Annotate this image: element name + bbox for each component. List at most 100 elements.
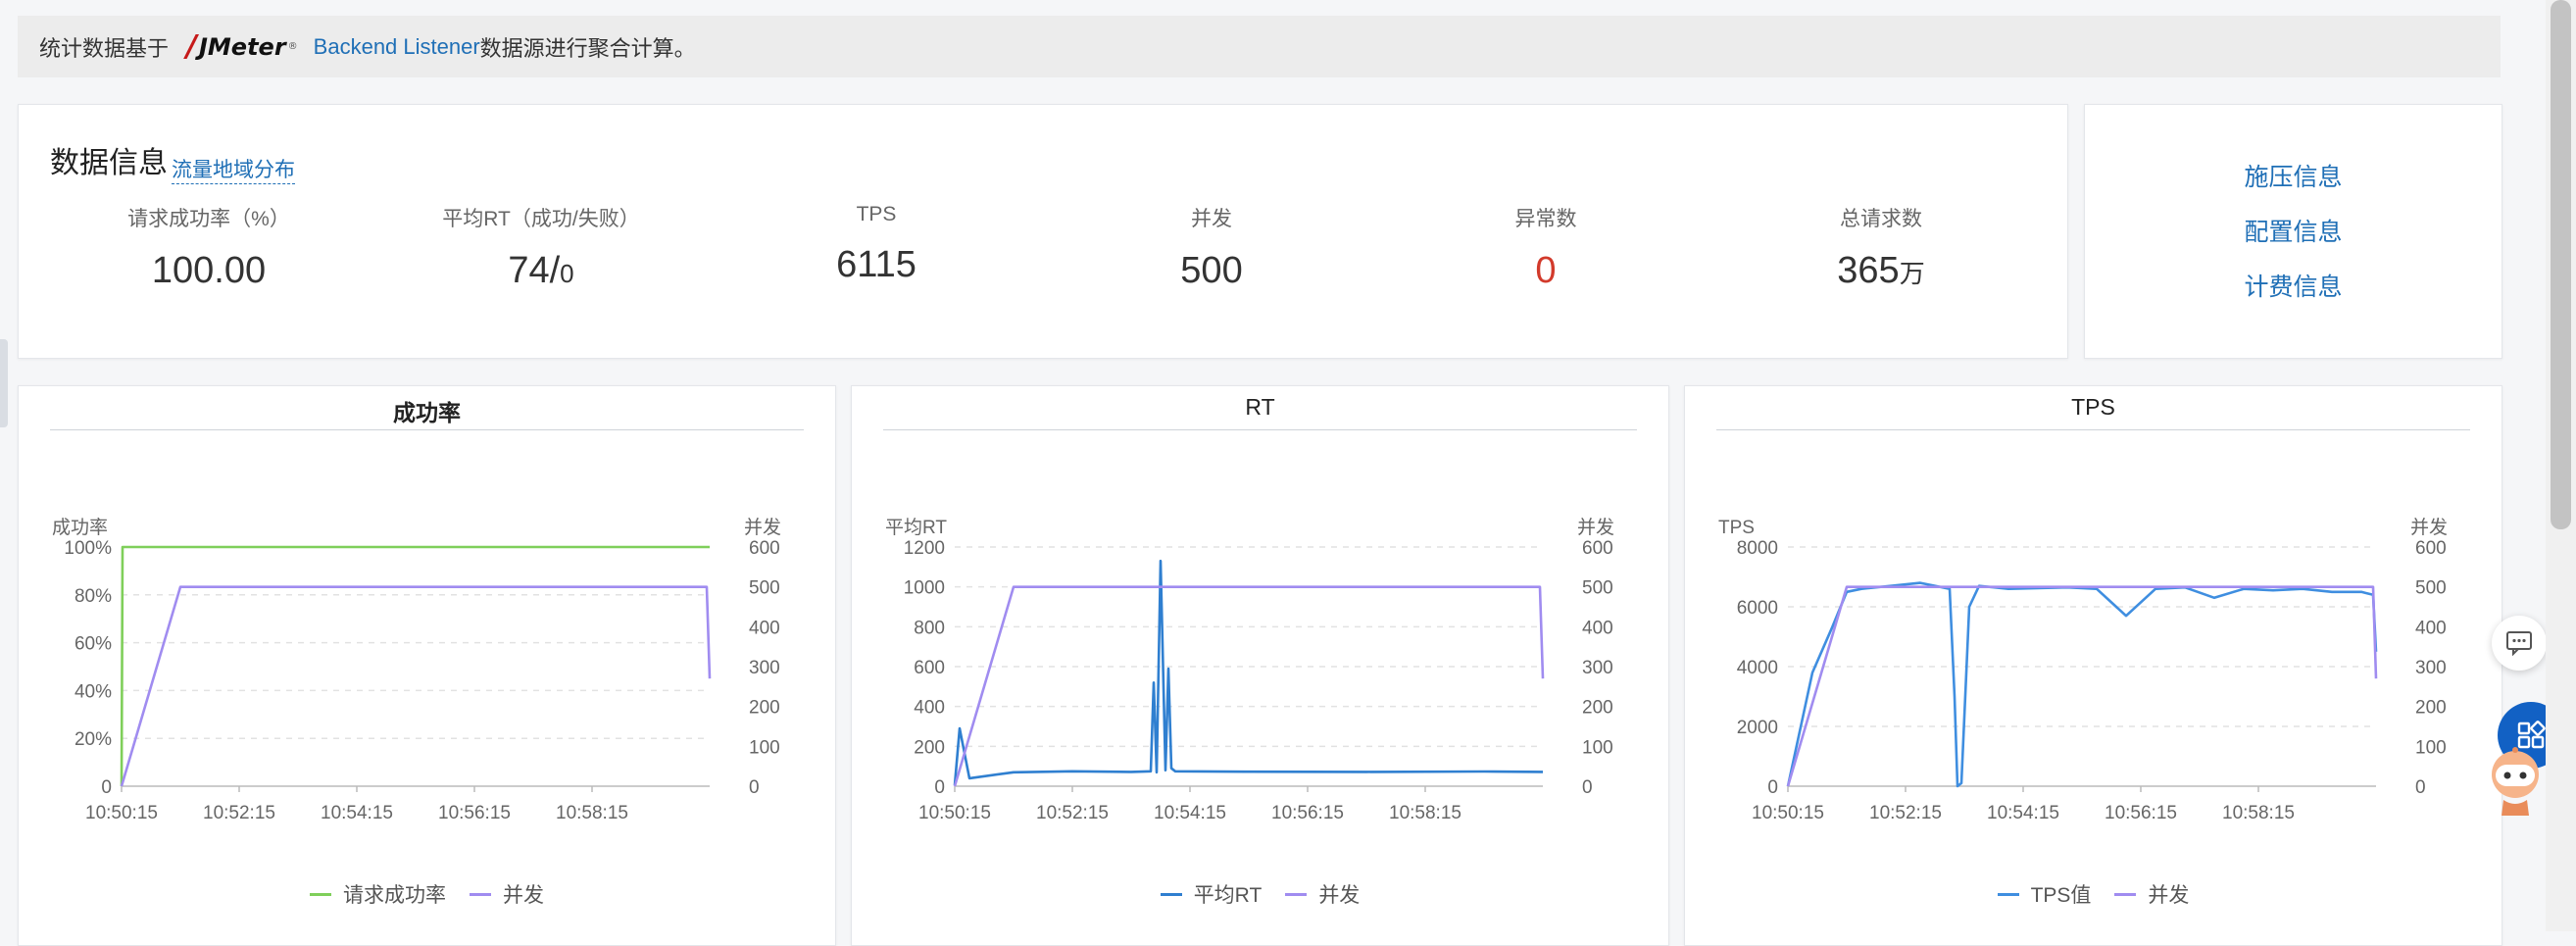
x-tick-label: 10:50:15	[918, 803, 991, 823]
x-tick-label: 10:54:15	[1154, 803, 1226, 823]
scrollbar-thumb[interactable]	[2551, 0, 2571, 529]
chart-title: RT	[883, 394, 1637, 430]
metric-label: 并发	[1191, 208, 1232, 230]
chart-panel-success-rate: 成功率 成功率 并发 0 20% 40% 60% 80% 100% 0 100 200 300 400 5…	[18, 385, 836, 946]
legend-swatch	[1160, 892, 1182, 896]
x-tick-label: 10:58:15	[1389, 803, 1461, 823]
x-tick-label: 10:58:15	[556, 803, 628, 823]
side-links-panel: 施压信息 配置信息 计费信息	[2084, 104, 2502, 359]
y-tick-label: 4000	[1737, 658, 1778, 678]
metric-avg-rt: 平均RT（成功/失败） 74/0	[394, 203, 688, 292]
config-info-link[interactable]: 配置信息	[2085, 213, 2502, 248]
y2-tick-label: 500	[1582, 578, 1613, 599]
notice-prefix: 统计数据基于	[39, 35, 170, 61]
x-tick-label: 10:52:15	[1036, 803, 1109, 823]
legend-item[interactable]: 并发	[470, 879, 544, 909]
metric-total-requests: 总请求数 365万	[1734, 203, 2028, 292]
feedback-chat-button[interactable]	[2492, 616, 2547, 671]
data-info-panel: 数据信息 流量地域分布 请求成功率（%） 100.00 平均RT（成功/失败） …	[18, 104, 2068, 359]
chart-legend: TPS值 并发	[1685, 879, 2502, 909]
y2-tick-label: 200	[1582, 698, 1613, 719]
y-tick-label: 400	[914, 698, 945, 719]
series-line	[1786, 585, 2378, 787]
tps-chart: TPS 并发 0 2000 4000 6000 8000 0 100 200 300 400 500 60…	[1718, 517, 2448, 823]
y2-tick-label: 600	[2415, 538, 2447, 559]
legend-item[interactable]: 并发	[2114, 879, 2189, 909]
backend-listener-link[interactable]: Backend Listener	[314, 34, 480, 60]
chart-title: 成功率	[50, 394, 804, 430]
metric-tps: TPS 6115	[729, 203, 1023, 286]
y-axis-label: 平均RT	[885, 517, 947, 538]
legend-item[interactable]: 平均RT	[1160, 879, 1262, 909]
y2-tick-label: 600	[749, 538, 780, 559]
y-tick-label: 200	[914, 737, 945, 758]
legend-swatch	[310, 892, 331, 896]
chart-panel-rt: RT 平均RT 并发 0 200 400 600 800 1000 1200 0 100 200 300…	[851, 385, 1669, 946]
legend-item[interactable]: 并发	[1285, 879, 1360, 909]
metric-label: 总请求数	[1840, 208, 1922, 230]
y2-tick-label: 100	[749, 737, 780, 758]
data-source-notice: 统计数据基于 / JMeter ® Backend Listener 数据源进行聚合…	[18, 16, 2501, 77]
metric-label: TPS	[856, 203, 897, 225]
legend-item[interactable]: 请求成功率	[310, 879, 446, 909]
success-rate-chart: 成功率 并发 0 20% 40% 60% 80% 100% 0 100 200 300 400 500 60…	[52, 517, 781, 823]
series-line	[953, 559, 1544, 786]
assistant-robot-icon[interactable]	[2480, 745, 2551, 820]
metric-label: 请求成功率（%）	[127, 208, 290, 230]
metric-value: 500	[1180, 250, 1243, 291]
y-tick-label: 60%	[74, 634, 112, 655]
series-line	[120, 545, 710, 787]
y2-tick-label: 400	[2415, 618, 2447, 638]
y-tick-label: 800	[914, 618, 945, 638]
rt-chart: 平均RT 并发 0 200 400 600 800 1000 1200 0 100 200 300 400…	[885, 517, 1614, 823]
chat-icon	[2506, 631, 2532, 656]
x-tick-label: 10:52:15	[203, 803, 275, 823]
legend-swatch	[470, 892, 491, 896]
y2-tick-label: 0	[2415, 777, 2426, 798]
metric-value: 365万	[1837, 250, 1925, 291]
y-tick-label: 0	[101, 777, 112, 798]
pressure-info-link[interactable]: 施压信息	[2085, 158, 2502, 193]
chart-legend: 请求成功率 并发	[19, 879, 835, 909]
y2-tick-label: 100	[1582, 737, 1613, 758]
chart-legend: 平均RT 并发	[852, 879, 1668, 909]
left-edge-tab[interactable]	[0, 339, 8, 427]
x-tick-label: 10:56:15	[1271, 803, 1344, 823]
y-tick-label: 20%	[74, 729, 112, 750]
page-scrollbar[interactable]	[2546, 0, 2576, 931]
y2-tick-label: 100	[2415, 737, 2447, 758]
metric-label: 平均RT（成功/失败）	[442, 208, 640, 230]
y-tick-label: 1200	[904, 538, 945, 559]
x-tick-label: 10:56:15	[2105, 803, 2177, 823]
legend-item[interactable]: TPS值	[1997, 879, 2091, 909]
series-line	[953, 585, 1545, 787]
y-tick-label: 100%	[64, 538, 112, 559]
metric-value: 0	[1535, 250, 1557, 291]
y-tick-label: 600	[914, 658, 945, 678]
y2-tick-label: 200	[2415, 698, 2447, 719]
y2-tick-label: 0	[749, 777, 760, 798]
jmeter-logo: / JMeter ®	[186, 29, 298, 64]
legend-swatch	[1997, 892, 2019, 896]
series-line	[120, 585, 712, 787]
x-tick-label: 10:58:15	[2222, 803, 2295, 823]
y2-axis-label: 并发	[744, 517, 781, 538]
billing-info-link[interactable]: 计费信息	[2085, 268, 2502, 303]
metric-label: 异常数	[1514, 208, 1577, 230]
metric-concurrency: 并发 500	[1065, 203, 1359, 292]
y-tick-label: 1000	[904, 578, 945, 599]
notice-suffix: 数据源进行聚合计算。	[479, 35, 696, 61]
y2-tick-label: 300	[749, 658, 780, 678]
geo-distribution-link[interactable]: 流量地域分布	[172, 154, 295, 184]
data-info-title: 数据信息	[50, 147, 168, 179]
legend-swatch	[1285, 892, 1308, 896]
y2-axis-label: 并发	[2410, 517, 2448, 538]
x-tick-label: 10:52:15	[1869, 803, 1942, 823]
metric-success-rate: 请求成功率（%） 100.00	[62, 203, 356, 292]
metric-exceptions: 异常数 0	[1399, 203, 1693, 292]
series-line	[1786, 581, 2378, 788]
y-tick-label: 8000	[1737, 538, 1778, 559]
y2-tick-label: 300	[2415, 658, 2447, 678]
y-axis-label: TPS	[1718, 518, 1755, 538]
legend-swatch	[2114, 892, 2137, 896]
